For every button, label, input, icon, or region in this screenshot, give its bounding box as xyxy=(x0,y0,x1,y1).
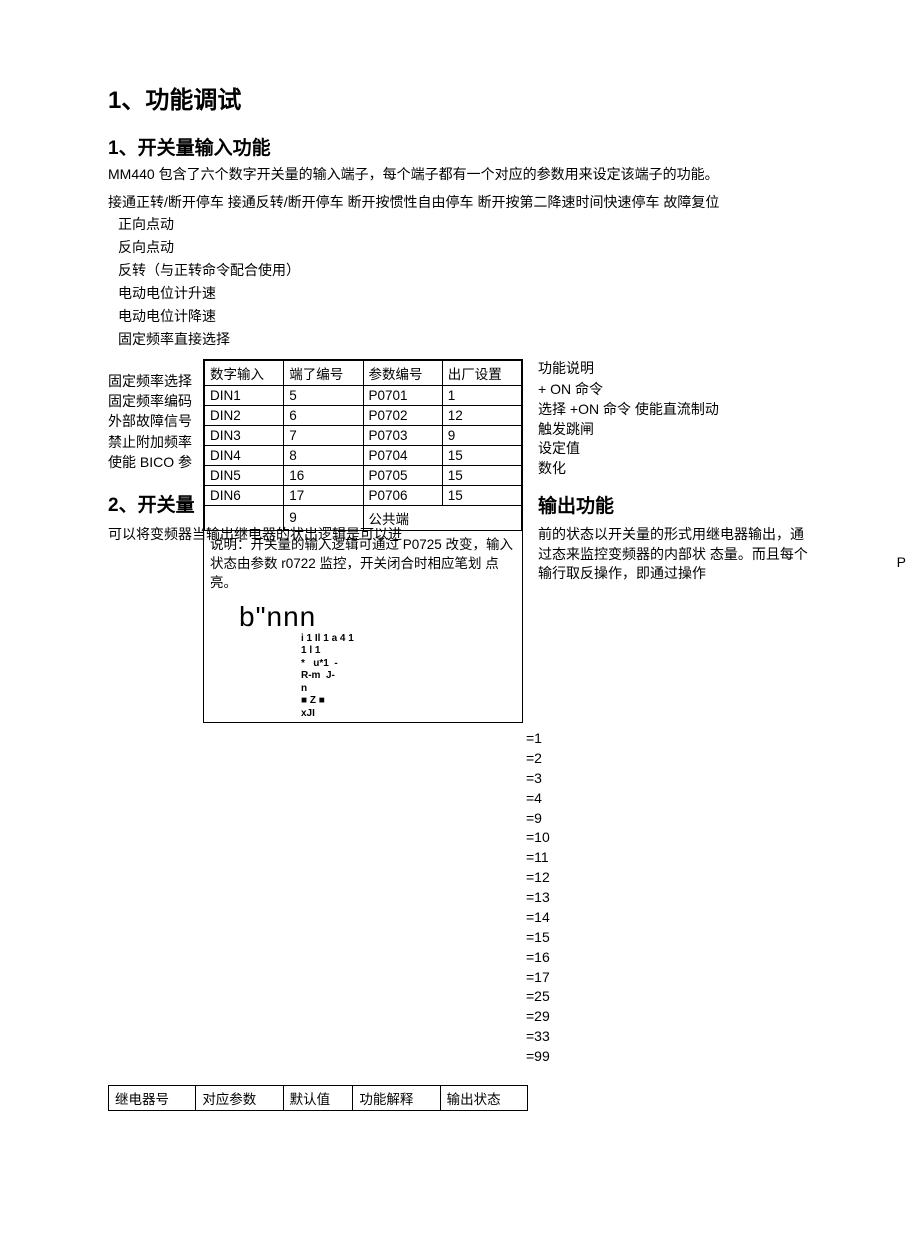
eq-item: =11 xyxy=(526,848,812,868)
eq-item: =12 xyxy=(526,868,812,888)
graphic-small-text: i 1 Il 1 a 4 1 1 l 1 * u*1 - R-m J- n ■ … xyxy=(301,633,487,721)
din-table-container: 数字输入 端了编号 参数编号 出厂设置 DIN15P07011 DIN26P07… xyxy=(203,359,523,723)
left-label-0: 固定频率选择 xyxy=(108,371,203,391)
table-row: DIN15P07011 xyxy=(205,385,522,405)
equals-list: =1 =2 =3 =4 =9 =10 =11 =12 =13 =14 =15 =… xyxy=(526,729,812,1067)
relay-table-container: 继电器号 对应参数 默认值 功能解释 输出状态 xyxy=(108,1085,812,1111)
output-section-title: 输出功能 xyxy=(538,494,808,521)
table-row: DIN617P070615 xyxy=(205,485,522,505)
th-1: 端了编号 xyxy=(284,360,363,385)
table-row: DIN26P070212 xyxy=(205,405,522,425)
eq-item: =16 xyxy=(526,948,812,968)
table-header-row: 数字输入 端了编号 参数编号 出厂设置 xyxy=(205,360,522,385)
func-desc-3: 设定值 xyxy=(538,439,808,459)
table-row: DIN48P070415 xyxy=(205,445,522,465)
left-label-4: 使能 BICO 参 xyxy=(108,452,203,472)
relay-table-header-row: 继电器号 对应参数 默认值 功能解释 输出状态 xyxy=(109,1085,528,1110)
eq-item: =3 xyxy=(526,769,812,789)
left-label-2: 外部故障信号 xyxy=(108,411,203,431)
left-label-column: 固定频率选择 固定频率编码 外部故障信号 禁止附加频率 使能 BICO 参 2、… xyxy=(108,371,203,545)
eq-item: =9 xyxy=(526,809,812,829)
eq-item: =29 xyxy=(526,1007,812,1027)
table-row: DIN516P070515 xyxy=(205,465,522,485)
function-item-5: 固定频率直接选择 xyxy=(118,330,812,349)
section-2-title: 2、开关量 xyxy=(108,492,203,520)
function-item-3: 电动电位计升速 xyxy=(118,284,812,303)
eq-item: =13 xyxy=(526,888,812,908)
din-table: 数字输入 端了编号 参数编号 出厂设置 DIN15P07011 DIN26P07… xyxy=(204,360,522,531)
right-column: 功能说明 + ON 命令 选择 +ON 命令 使能直流制动 触发跳闸 设定值 数… xyxy=(538,359,808,584)
left-label-3: 禁止附加频率 xyxy=(108,432,203,452)
section-1-intro: MM440 包含了六个数字开关量的输入端子，每个端子都有一个对应的参数用来设定该… xyxy=(108,165,812,185)
left-label-1: 固定频率编码 xyxy=(108,391,203,411)
function-item-2: 反转（与正转命令配合使用） xyxy=(118,261,812,280)
graphic-large-text: b"nnn xyxy=(239,601,487,633)
function-item-4: 电动电位计降速 xyxy=(118,307,812,326)
eq-item: =1 xyxy=(526,729,812,749)
th-2: 参数编号 xyxy=(363,360,442,385)
eq-item: =25 xyxy=(526,987,812,1007)
relay-table: 继电器号 对应参数 默认值 功能解释 输出状态 xyxy=(108,1085,528,1111)
eq-item: =4 xyxy=(526,789,812,809)
eq-item: =2 xyxy=(526,749,812,769)
eq-item: =10 xyxy=(526,828,812,848)
output-section-text: 前的状态以开关量的形式用继电器输出，通过态来监控变频器的内部状 态量。而且每个输… xyxy=(538,525,808,584)
table-note: 说明：开关量的输入逻辑可通过 P0725 改变，输入状态由参数 r0722 监控… xyxy=(204,531,522,597)
func-desc-1: 选择 +ON 命令 使能直流制动 xyxy=(538,400,808,420)
table-row: 9公共端 xyxy=(205,505,522,530)
func-desc-2: 触发跳闸 xyxy=(538,420,808,440)
relay-th-0: 继电器号 xyxy=(109,1085,196,1110)
eq-item: =33 xyxy=(526,1027,812,1047)
section-2-left-text: 可以将变频器当输出继电器的状出逻辑是可以进 xyxy=(108,525,203,545)
page-edge-marker: P xyxy=(897,554,906,570)
function-item-0: 正向点动 xyxy=(118,215,812,234)
table-graphic: b"nnn i 1 Il 1 a 4 1 1 l 1 * u*1 - R-m J… xyxy=(239,601,487,721)
eq-item: =99 xyxy=(526,1047,812,1067)
relay-th-3: 功能解释 xyxy=(353,1085,440,1110)
func-desc-4: 数化 xyxy=(538,459,808,479)
eq-item: =14 xyxy=(526,908,812,928)
table-row: DIN37P07039 xyxy=(205,425,522,445)
func-desc-0: + ON 命令 xyxy=(538,380,808,400)
func-desc-label: 功能说明 xyxy=(538,359,808,379)
function-item-1: 反向点动 xyxy=(118,238,812,257)
relay-th-1: 对应参数 xyxy=(196,1085,283,1110)
eq-item: =17 xyxy=(526,968,812,988)
eq-item: =15 xyxy=(526,928,812,948)
th-0: 数字输入 xyxy=(205,360,284,385)
function-line-main: 接通正转/断开停车 接通反转/断开停车 断开按惯性自由停车 断开按第二降速时间快… xyxy=(108,193,812,212)
section-1-title: 1、开关量输入功能 xyxy=(108,133,812,160)
page-title: 1、功能调试 xyxy=(108,80,812,115)
relay-th-4: 输出状态 xyxy=(440,1085,527,1110)
th-3: 出厂设置 xyxy=(442,360,521,385)
relay-th-2: 默认值 xyxy=(283,1085,353,1110)
